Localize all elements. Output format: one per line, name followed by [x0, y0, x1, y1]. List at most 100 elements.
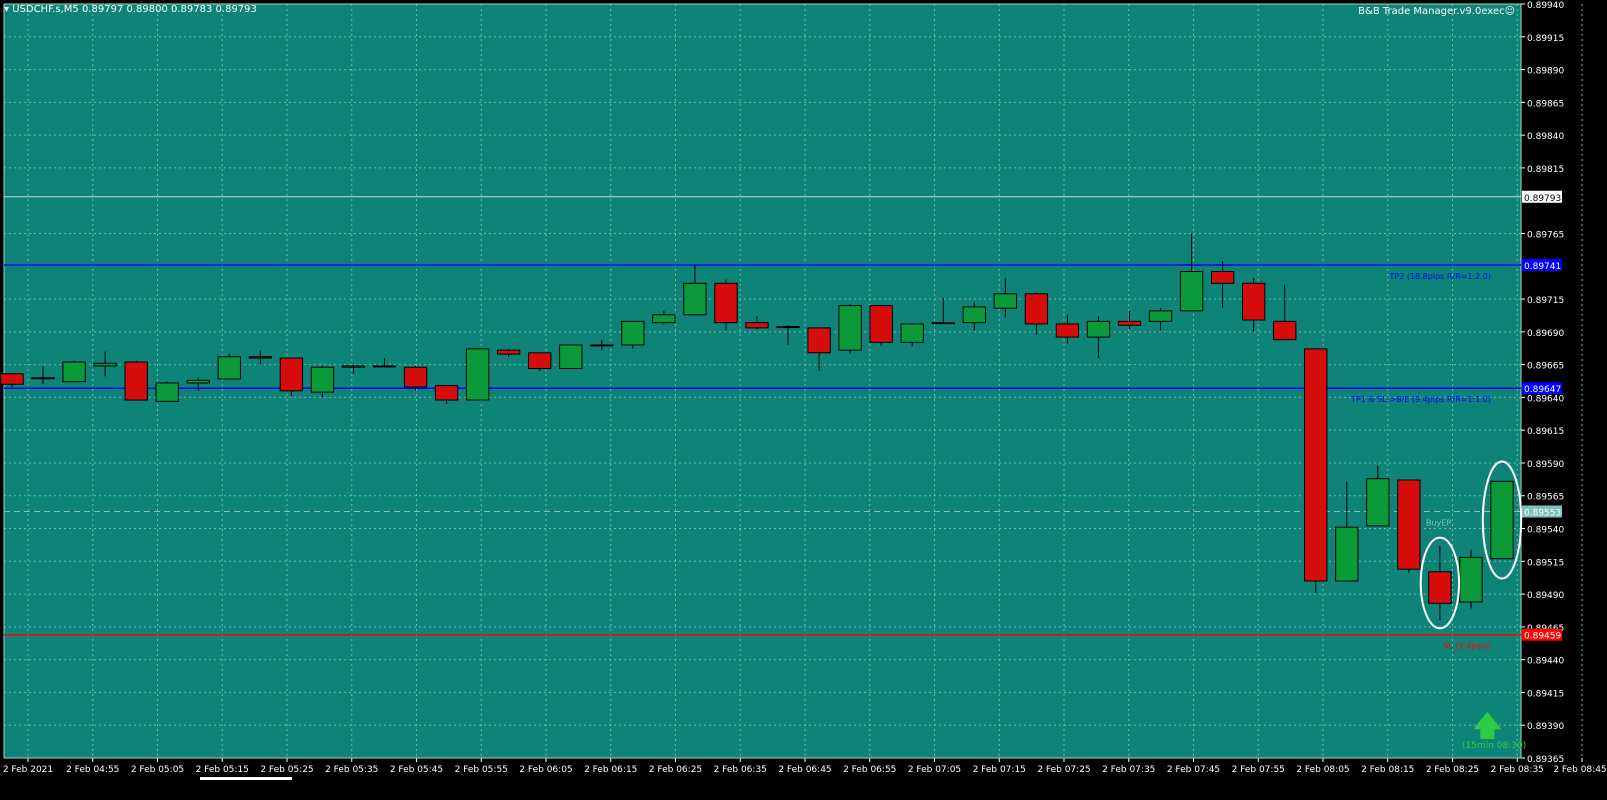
bear-candle — [124, 361, 148, 401]
bear-candle — [714, 282, 738, 324]
x-tick-label: 2 Feb 05:45 — [390, 765, 443, 775]
bull-candle — [1490, 480, 1514, 560]
bear-candle — [807, 327, 831, 354]
y-tick-label: 0.89515 — [1527, 558, 1564, 568]
bull-candle — [1335, 526, 1359, 582]
x-tick-label: 2 Feb 07:45 — [1167, 765, 1220, 775]
x-tick-label: 2 Feb 08:35 — [1491, 765, 1544, 775]
x-tick-label: 2 Feb 05:25 — [260, 765, 313, 775]
y-tick-label: 0.89365 — [1527, 755, 1564, 765]
x-tick-label: 2 Feb 06:05 — [519, 765, 572, 775]
x-tick-label: 2 Feb 05:35 — [325, 765, 378, 775]
bear-candle — [279, 357, 304, 392]
bear-candle — [528, 352, 552, 370]
x-tick-label: 2 Feb 07:15 — [973, 765, 1026, 775]
bull-candle — [559, 344, 583, 370]
y-tick-label: 0.89665 — [1527, 362, 1564, 372]
tp1-label: TP1 & SL->B/E (9.4pips R/R=1:1.0) — [1350, 395, 1491, 404]
tp1-price-tag-text: 0.89647 — [1524, 385, 1561, 395]
y-tick-label: 0.89440 — [1527, 657, 1564, 667]
bull-candle — [838, 305, 862, 351]
expert-advisor-label: B&B Trade Manager.v9.0exec☺ — [1358, 6, 1515, 17]
bear-candle — [745, 322, 769, 329]
x-tick-label: 2 Feb 07:25 — [1037, 765, 1090, 775]
y-tick-label: 0.89615 — [1527, 427, 1564, 437]
x-tick-label: 2 Feb 07:55 — [1232, 765, 1285, 775]
chart-scrollbar[interactable] — [200, 777, 292, 780]
bear-candle — [1117, 320, 1142, 326]
bull-candle — [931, 322, 955, 325]
buy-signal-text: (15min 08:30) — [1462, 741, 1527, 751]
bear-candle — [248, 356, 273, 359]
bull-candle — [372, 365, 397, 368]
bull-candle — [465, 348, 490, 401]
y-tick-label: 0.89640 — [1527, 394, 1564, 404]
y-tick-label: 0.89815 — [1527, 165, 1564, 175]
x-tick-label: 2 Feb 2021 — [3, 765, 53, 775]
bear-candle — [1428, 571, 1452, 604]
x-tick-label: 2 Feb 05:55 — [455, 765, 508, 775]
bull-candle — [962, 306, 986, 324]
bear-candle — [1273, 320, 1297, 341]
bear-candle — [0, 373, 24, 385]
x-tick-label: 2 Feb 08:15 — [1361, 765, 1414, 775]
x-tick-label: 2 Feb 08:25 — [1426, 765, 1479, 775]
y-tick-label: 0.89490 — [1527, 591, 1564, 601]
bear-candle — [1210, 271, 1235, 284]
x-tick-label: 2 Feb 08:45 — [1553, 765, 1606, 775]
bull-candle — [1086, 320, 1111, 338]
y-tick-label: 0.89690 — [1527, 329, 1564, 339]
bear-candle — [1024, 293, 1049, 325]
bull-candle — [155, 382, 179, 402]
bull-candle — [621, 320, 645, 346]
buy-arrow-icon: 🡅 — [1473, 709, 1502, 742]
bull-candle — [1148, 310, 1173, 322]
entry-label: BuyEP — [1426, 518, 1451, 527]
price-chart[interactable]: 0.89940 0.89915 0.89890 0.89865 0.89840 0.898… — [0, 0, 1607, 800]
chart-window[interactable]: 0.89940 0.89915 0.89890 0.89865 0.89840 0.898… — [0, 0, 1607, 800]
y-tick-label: 0.89765 — [1527, 230, 1564, 240]
x-tick-label: 2 Feb 08:05 — [1296, 765, 1349, 775]
bear-candle — [1241, 282, 1266, 321]
bull-candle — [590, 344, 614, 347]
sl-price-tag-text: 0.89459 — [1524, 632, 1561, 642]
bear-candle — [1055, 323, 1080, 338]
x-tick-label: 2 Feb 05:15 — [196, 765, 249, 775]
bull-candle — [93, 362, 117, 367]
current-price-tag-text: 0.89793 — [1524, 194, 1561, 204]
bull-candle — [652, 314, 676, 324]
bull-candle — [993, 293, 1018, 309]
bull-candle — [1459, 556, 1483, 603]
y-tick-label: 0.89940 — [1527, 1, 1564, 11]
y-tick-label: 0.89840 — [1527, 132, 1564, 142]
y-tick-label: 0.89415 — [1527, 689, 1564, 699]
symbol-info-header[interactable]: ▾ USDCHF.s,M5 0.89797 0.89800 0.89783 0.… — [4, 4, 257, 15]
x-tick-label: 2 Feb 06:55 — [843, 765, 896, 775]
y-tick-label: 0.89540 — [1527, 526, 1564, 536]
bull-candle — [62, 361, 86, 383]
bull-candle — [1366, 478, 1390, 527]
bear-candle — [434, 385, 459, 401]
bull-candle — [1179, 271, 1204, 312]
x-tick-label: 2 Feb 06:15 — [584, 765, 637, 775]
bear-candle — [403, 366, 428, 388]
bear-candle — [1304, 348, 1328, 582]
bull-candle — [900, 323, 924, 343]
bear-candle — [496, 349, 521, 355]
tp2-label: TP2 (18.8pips R/R=1:2.0) — [1388, 272, 1491, 281]
bull-candle — [683, 282, 707, 316]
x-tick-label: 2 Feb 07:05 — [908, 765, 961, 775]
y-tick-label: 0.89915 — [1527, 34, 1564, 44]
x-tick-label: 2 Feb 06:35 — [714, 765, 767, 775]
x-tick-label: 2 Feb 06:25 — [649, 765, 702, 775]
y-tick-label: 0.89590 — [1527, 460, 1564, 470]
x-tick-label: 2 Feb 04:55 — [66, 765, 119, 775]
y-tick-label: 0.89890 — [1527, 67, 1564, 77]
tp2-price-tag-text: 0.89741 — [1524, 262, 1561, 272]
entry-price-tag-text: 0.89553 — [1524, 508, 1561, 518]
y-tick-label: 0.89565 — [1527, 493, 1564, 503]
bull-candle — [31, 377, 55, 380]
y-tick-label: 0.89715 — [1527, 296, 1564, 306]
x-tick-label: 2 Feb 07:35 — [1102, 765, 1155, 775]
x-tick-label: 2 Feb 05:05 — [131, 765, 184, 775]
